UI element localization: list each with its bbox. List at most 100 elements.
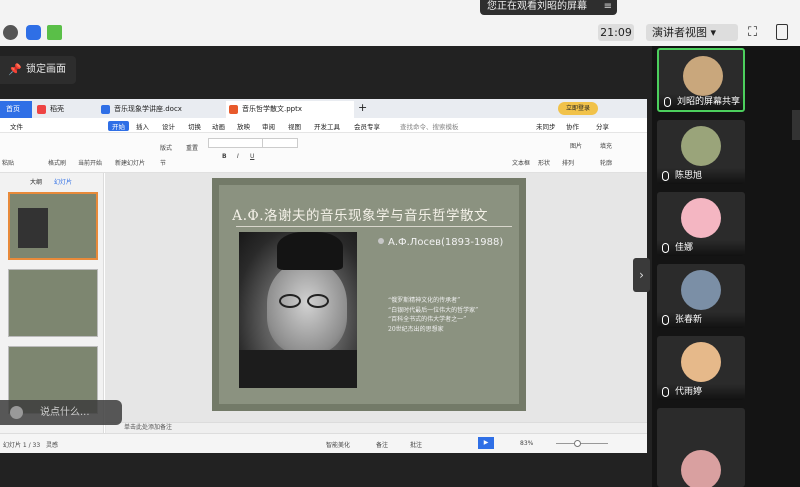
slide-thumbnail[interactable]: [8, 192, 98, 260]
comments-button[interactable]: 批注: [410, 440, 422, 449]
tab-pptx[interactable]: 音乐哲学散文.pptx: [226, 101, 354, 118]
outline-tab[interactable]: 大纲: [30, 177, 42, 186]
participant-tile[interactable]: [657, 408, 745, 487]
tab-docx[interactable]: 音乐现象学讲座.docx: [98, 101, 226, 118]
fullscreen-icon[interactable]: ⛶: [748, 25, 757, 40]
bullet-icon: [378, 238, 384, 244]
avatar: [681, 342, 721, 382]
portrait-glasses-right: [307, 294, 329, 308]
menu-insert[interactable]: 插入: [136, 121, 149, 131]
pptx-icon: [229, 105, 238, 114]
avatar: [681, 270, 721, 310]
tab-daoke[interactable]: 稻壳: [34, 101, 96, 118]
play-icon[interactable]: ▶: [478, 437, 494, 449]
menu-member[interactable]: 会员专享: [354, 121, 380, 131]
ribbon-format-painter[interactable]: 格式刷: [48, 158, 66, 167]
portrait-hat: [277, 232, 343, 270]
smart-beauty-button[interactable]: 智能美化: [326, 440, 350, 449]
pin-icon: 📌: [8, 63, 22, 76]
ribbon-shape[interactable]: 形状: [538, 158, 550, 167]
lock-view-button[interactable]: 📌 锁定画面: [0, 56, 76, 84]
zoom-slider[interactable]: [556, 443, 608, 444]
panel-toggle-icon[interactable]: [776, 24, 788, 40]
title-divider: [236, 226, 512, 227]
menu-file[interactable]: 文件: [10, 121, 23, 131]
participant-tile[interactable]: 佳娜: [657, 192, 745, 256]
share-banner-text: 您正在观看刘昭的屏幕: [487, 1, 587, 12]
presenter-view-button[interactable]: 演讲者视图 ▾: [646, 24, 738, 41]
portrait-coat: [239, 350, 357, 388]
slides-tab[interactable]: 幻灯片: [54, 177, 72, 186]
notes-button[interactable]: 备注: [376, 440, 388, 449]
tab-docx-label: 音乐现象学讲座.docx: [114, 105, 182, 113]
meeting-clock: 21:09: [598, 24, 634, 41]
portrait-photo: [239, 232, 357, 388]
ribbon-arrange[interactable]: 排列: [562, 158, 574, 167]
menu-transition[interactable]: 切换: [188, 121, 201, 131]
author-line: А.Ф.Лосев(1893-1988): [378, 237, 503, 248]
shield-icon[interactable]: [26, 25, 41, 40]
menu-icon[interactable]: ≡: [604, 0, 612, 14]
wps-ribbon: 粘贴 格式刷 当前开始 新建幻灯片 版式 节 重置 B I U 文本框 形状 排…: [0, 133, 647, 173]
ribbon-picture[interactable]: 图片: [570, 141, 582, 150]
tab-daoke-label: 稻壳: [50, 105, 64, 113]
tab-pptx-label: 音乐哲学散文.pptx: [242, 105, 302, 113]
command-search[interactable]: 查找命令、搜索模板: [400, 121, 459, 131]
participant-tile[interactable]: 代雨婷: [657, 336, 745, 400]
participant-name: 张春新: [657, 312, 745, 328]
slide-thumbnail[interactable]: [8, 269, 98, 337]
portrait-face: [267, 262, 347, 354]
participant-name: 佳娜: [657, 240, 745, 256]
quotes-block: “俄罗斯精神文化的传承者” “白银时代最后一位伟大的哲学家” “百科全书式的伟大…: [388, 296, 508, 334]
font-size-select[interactable]: [262, 138, 298, 148]
side-handle[interactable]: [792, 110, 800, 140]
menu-slideshow[interactable]: 放映: [237, 121, 250, 131]
current-slide: А.Ф.洛谢夫的音乐现象学与音乐哲学散文 А.Ф.Лосев(1893-1988…: [212, 178, 526, 411]
ribbon-outline[interactable]: 轮廓: [600, 158, 612, 167]
participant-tile[interactable]: 陈思旭: [657, 120, 745, 184]
comment-placeholder: 说点什么...: [40, 407, 90, 418]
menu-animation[interactable]: 动画: [212, 121, 225, 131]
ribbon-textbox[interactable]: 文本框: [512, 158, 530, 167]
ribbon-reset[interactable]: 重置: [186, 143, 198, 152]
comment-input[interactable]: 说点什么...: [0, 400, 122, 425]
slide-title: А.Ф.洛谢夫的音乐现象学与音乐哲学散文: [232, 208, 489, 224]
menu-share[interactable]: 分享: [596, 121, 609, 131]
new-tab-icon[interactable]: +: [358, 101, 367, 114]
italic-icon[interactable]: I: [237, 153, 239, 160]
login-button[interactable]: 立即登录: [558, 102, 598, 115]
ribbon-paste[interactable]: 粘贴: [2, 158, 14, 167]
zoom-slider-handle[interactable]: [574, 440, 581, 447]
participant-name: 代雨婷: [657, 384, 745, 400]
ribbon-section[interactable]: 节: [160, 158, 166, 167]
ribbon-new-slide[interactable]: 新建幻灯片: [115, 158, 145, 167]
participant-name: 陈思旭: [657, 168, 745, 184]
avatar: [681, 198, 721, 238]
menu-design[interactable]: 设计: [162, 121, 175, 131]
collapse-panel-arrow[interactable]: ›: [633, 258, 650, 292]
ribbon-layout[interactable]: 版式: [160, 143, 172, 152]
underline-icon[interactable]: U: [250, 153, 254, 160]
menu-unsynced[interactable]: 未同步: [536, 121, 556, 131]
menu-collab[interactable]: 协作: [566, 121, 579, 131]
tab-home[interactable]: 首页: [0, 101, 32, 118]
menu-dev-tools[interactable]: 开发工具: [314, 121, 340, 131]
quote-line: “百科全书式的伟大学者之一”: [388, 316, 467, 323]
participant-tile[interactable]: 刘昭的屏幕共享: [657, 48, 745, 112]
menu-start[interactable]: 开始: [108, 121, 129, 131]
smiley-icon[interactable]: [10, 406, 23, 419]
quote-line: 20世纪杰出的思想家: [388, 325, 444, 333]
theme-name: 灵感: [46, 442, 59, 449]
daoke-icon: [37, 105, 46, 114]
signal-icon[interactable]: [47, 25, 62, 40]
ribbon-from-current[interactable]: 当前开始: [78, 158, 102, 167]
avatar: [681, 126, 721, 166]
ribbon-fill[interactable]: 填充: [600, 141, 612, 150]
menu-review[interactable]: 审阅: [262, 121, 275, 131]
bold-icon[interactable]: B: [222, 153, 227, 160]
participant-tile[interactable]: 张春新: [657, 264, 745, 328]
notes-pane[interactable]: 单击此处添加备注: [106, 422, 647, 433]
menu-view[interactable]: 视图: [288, 121, 301, 131]
mic-icon: [662, 315, 669, 325]
info-icon[interactable]: [3, 25, 18, 40]
